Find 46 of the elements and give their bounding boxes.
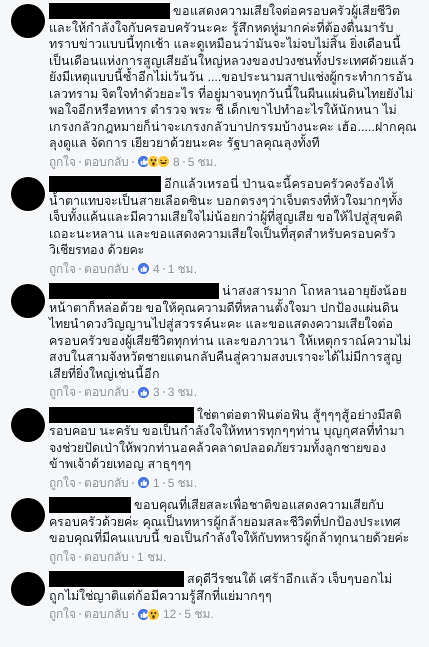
avatar[interactable] [11, 284, 45, 318]
reply-link[interactable]: ตอบกลับ [84, 260, 129, 277]
comment-text: อีกแล้วเหรอนี่ ป่านฉะนี้ครอบครัวคงร้องไห้ [164, 176, 394, 192]
comment-text: น่าสงสารมาก โถหลานอายุยังน้อย [222, 283, 406, 298]
reaction-count[interactable]: 1 [153, 474, 160, 491]
comment-text: และให้กำลังใจกับครอบครัวนะคะ รู้สึกหดหู่มากค่ะที่ต้องตื่นมารับทราบข่าวแบบนี้ทุกเช้า และดูเหมือนว่ามันจะไม่จบไม่สิ้น ยิ่งเดือนนี้เป็นเดือนแห่งการสูญเสียอันใหญ่หลวงของปวงชนทั้งประเทศด้วยแล้ว ยังมีเหตุแบบนี้ซ้ำอีกไม่เว้นวัน ....ขอประนามสาปแช่งผู้กระทำการอันเลวทราม จิตใจทำด้วยอะไร ที่อยู่มาจนทุกวันนี้ในผืนแผ่นดินไทยยังไม่พอใจอีกหรือทหาร ตำรวจ พระ ชี เด็กเขาไปทำอะไรให้นักหนา ไม่เกรงกลัวกฎหมายก็น่าจะเกรงกลัวบาปกรรมบ้างนะคะ เฮ้อ.....ฝากคุณลุงดูแล จัดการ เยียวยาด้วยนะคะ รัฐบาลคุณลุงทั้งที [49, 20, 417, 152]
reaction-count[interactable]: 3 [153, 384, 160, 400]
like-link[interactable]: ถูกใจ [49, 606, 76, 622]
like-link[interactable]: ถูกใจ [49, 260, 76, 277]
reply-link[interactable]: ตอบกลับ [84, 384, 129, 400]
avatar[interactable] [11, 498, 45, 532]
timestamp[interactable]: 1 ชม. [137, 548, 166, 565]
like-reaction-icon [137, 476, 150, 490]
avatar[interactable] [11, 572, 45, 606]
reply-link[interactable]: ตอบกลับ [84, 154, 129, 170]
like-reaction-icon [137, 386, 150, 399]
timestamp[interactable]: 5 ชม. [168, 474, 198, 491]
comment-text: รอบคอบ นะครับ ขอเป็นกำลังใจให้ทหารทุกๆๆท่าน บุญกุศลที่ทำมาจงช่วยปัดเป่าให้พวกท่านอคล้วคลาดปลอดภัยรวมทั้งลูกชายของข้าพเจ้าด้วยเทอญ สาธุๆๆๆ [49, 423, 406, 472]
comment-text: ขอแสดงความเสียใจต่อครอบครัวผู้เสียชีวิต [173, 3, 400, 19]
comment-text: น้ำตาแทบจะเป็นสายเลือดซินะ บอกตรงๆว่าเจ็บตรงที่หัวใจมากๆทั้งเจ็บทั้งแค้นและมีความเสียใจไม่น้อยกว่าผู้ที่สูญเสีย ขอให้ไปสู่สุขคติเถอะนะหลาน และขอแสดงความเสียใจเป็นที่สุดสำหรับครอบครัววิเชียรทอง ด้วยคะ [49, 192, 404, 258]
reply-link[interactable]: ตอบกลับ [84, 474, 129, 491]
reply-link[interactable]: ตอบกลับ [84, 548, 129, 565]
comment-text: ครอบครัวด้วยค่ะ คุณเป็นทหารผู้กล้ายอมสละชีวิตที่ปกป้องประเทศขอบคุณที่มีคนแบบนี้ ขอเป็นกำลังใจให้กับทหารผู้กล้าทุกนายด้วยค่ะ [49, 514, 410, 546]
like-reaction-icon [137, 262, 150, 276]
reaction-count[interactable]: 8 [173, 154, 180, 170]
avatar[interactable] [11, 177, 45, 211]
like-link[interactable]: ถูกใจ [49, 154, 76, 170]
avatar[interactable] [11, 408, 45, 442]
reply-link[interactable]: ตอบกลับ [84, 606, 129, 622]
like-link[interactable]: ถูกใจ [49, 474, 76, 491]
reaction-count[interactable]: 4 [153, 260, 160, 277]
timestamp[interactable]: 5 ชม. [188, 154, 218, 170]
timestamp[interactable]: 1 ชม. [168, 260, 198, 277]
comment-text: ขอบคุณที่เสียสละเพื่อชาติขอแสดงความเสียกับ [134, 497, 384, 513]
comment-text: ถูกไม่ใช่ญาติแต่ก้อมีความรู้สึกที่แย่มากๆๆ [49, 588, 273, 604]
timestamp[interactable]: 5 ชม. [184, 606, 214, 622]
timestamp[interactable]: 3 ชม. [168, 384, 198, 400]
reaction-count[interactable]: 12 [163, 606, 176, 622]
wow-reaction-icon [147, 608, 160, 621]
like-link[interactable]: ถูกใจ [49, 548, 76, 565]
avatar[interactable] [11, 4, 45, 38]
comment-text: สดุดีวีรชนใต้ เศร้าอีกแล้ว เจ็บๆบอกไม่ [187, 571, 392, 587]
comment-text: ใช่ตาต่อตาฟันต่อฟัน สู้ๆๆๆสู้อย่างมีสติ [197, 406, 402, 422]
comment-text: หน้าตาก็หล่อด้วย ขอให้คุณความดีที่หลานตั้งใจมา ปกป้องแผ่นดินไทยนำดวงวิญญานไปสู่สวรรค์นะคะ และขอแสดงความเสียใจต่อครอบครัวของผู้เสียชีวิตทุกท่าน และขอภาวนา ให้เหตุกราณ์ความไม่สงบในสามจังหวัดชายแดนกลับคืนสู่ความสงบเราจะได้ไม่มีการสูญเสียที่ยิ่งใหญ่เช่นนี้อีก [49, 300, 412, 382]
haha-reaction-icon [157, 155, 170, 168]
like-link[interactable]: ถูกใจ [49, 384, 76, 400]
